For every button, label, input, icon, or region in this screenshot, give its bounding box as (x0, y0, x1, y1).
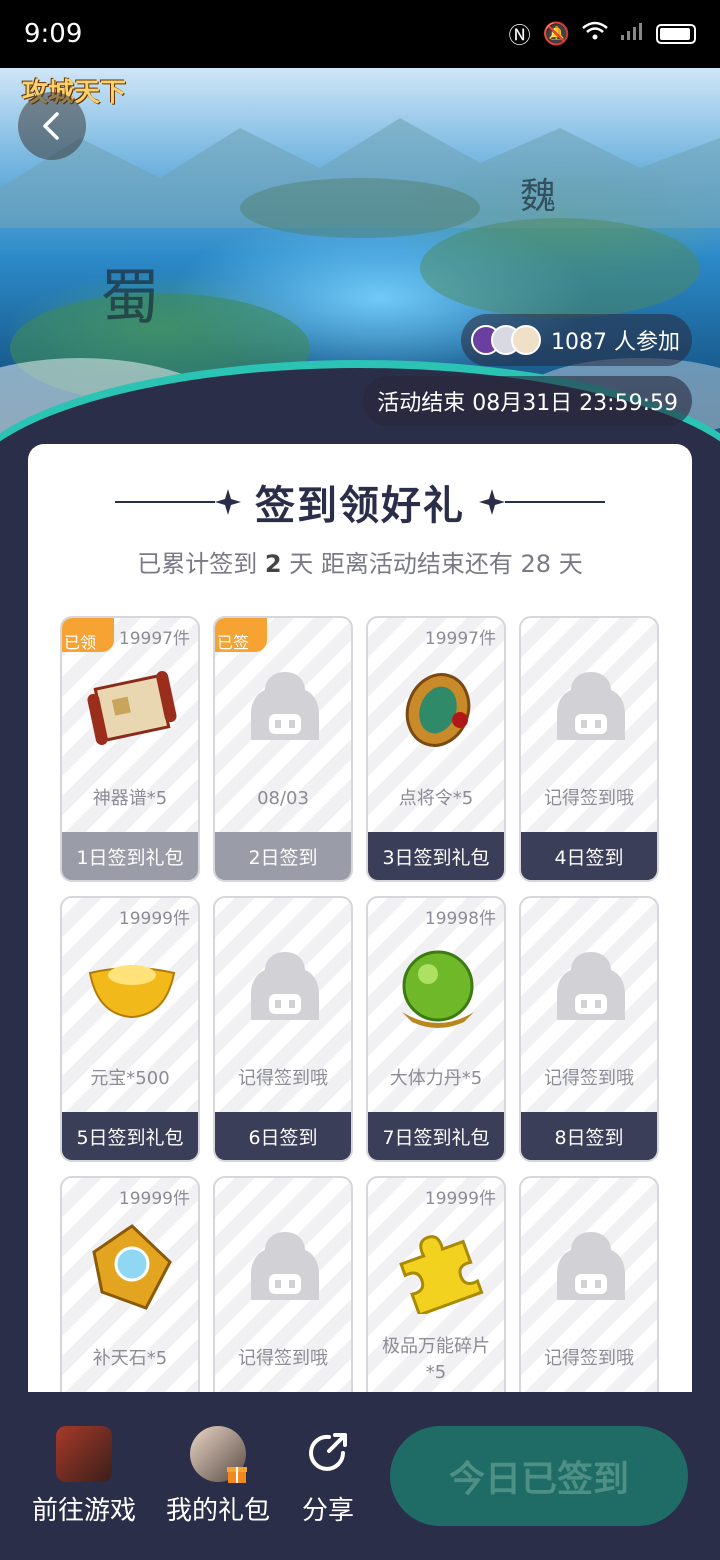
gem-icon (86, 1222, 178, 1314)
share-icon (300, 1426, 356, 1482)
go-to-game-label: 前往游戏 (32, 1496, 137, 1526)
go-to-game-button[interactable]: 前往游戏 (32, 1426, 136, 1527)
day-label: 2日签到 (215, 832, 351, 880)
reward-tile[interactable]: 19998件 大体力丹*5 7日签到礼包 (366, 896, 506, 1162)
my-gifts-button[interactable]: 我的礼包 (166, 1426, 270, 1527)
placeholder-icon (545, 942, 637, 1034)
activity-end-time: 活动结束 08月31日 23:59:59 (363, 376, 692, 426)
reward-name: 元宝*500 (90, 1068, 170, 1089)
status-time: 9:09 (24, 19, 83, 49)
stock-count: 19999件 (118, 909, 190, 929)
reward-tile[interactable]: 已领 19997件 神器谱*5 1日签到礼包 (60, 616, 200, 882)
mute-icon: 🔕 (542, 21, 570, 47)
game-app-icon (56, 1426, 112, 1482)
participant-avatars (471, 325, 542, 355)
card-header: 签到领好礼 (28, 474, 692, 530)
reward-name: 神器谱*5 (92, 788, 168, 809)
signin-card: 签到领好礼 已累计签到 2 天 距离活动结束还有 28 天 已领 19997件 … (28, 444, 692, 1444)
status-bar: 9:09 Ⓝ 🔕 (0, 0, 720, 68)
reward-name: 极品万能碎片*5 (382, 1336, 490, 1383)
reward-tile[interactable]: 记得签到哦 6日签到 (213, 896, 353, 1162)
reward-tile[interactable]: 19999件 元宝*500 5日签到礼包 (60, 896, 200, 1162)
reward-tile[interactable]: 19997件 点将令*5 3日签到礼包 (366, 616, 506, 882)
summary-prefix: 已累计签到 (137, 550, 258, 578)
signed-tag: 已签 (215, 618, 267, 652)
reward-name: 记得签到哦 (544, 1348, 634, 1369)
reward-name: 记得签到哦 (238, 1068, 328, 1089)
summary-mid: 天 距离活动结束还有 (289, 550, 513, 578)
day-label: 6日签到 (215, 1112, 351, 1160)
reward-name: 记得签到哦 (544, 1068, 634, 1089)
stock-count: 19999件 (118, 1189, 190, 1209)
scroll-icon (86, 662, 178, 754)
svg-text:蜀: 蜀 (100, 263, 160, 333)
reward-name: 点将令*5 (398, 788, 474, 809)
reward-name: 记得签到哦 (238, 1348, 328, 1369)
stock-count: 19997件 (424, 629, 496, 649)
stock-count: 19998件 (424, 909, 496, 929)
day-label: 7日签到礼包 (368, 1112, 504, 1160)
back-button[interactable] (18, 92, 86, 160)
share-button[interactable]: 分享 (300, 1426, 356, 1527)
reward-tile[interactable]: 记得签到哦 8日签到 (519, 896, 659, 1162)
stock-count: 19997件 (118, 629, 190, 649)
signed-days: 2 (264, 550, 282, 578)
placeholder-icon (545, 1222, 637, 1314)
day-label: 4日签到 (521, 832, 657, 880)
placeholder-icon (545, 662, 637, 754)
title-decoration-right (479, 489, 605, 515)
participants-count: 1087 人参加 (551, 330, 680, 355)
day-label: 5日签到礼包 (62, 1112, 198, 1160)
card-title: 签到领好礼 (255, 483, 465, 529)
wifi-icon (582, 21, 608, 47)
remaining-days: 28 (520, 550, 552, 578)
reward-name: 记得签到哦 (544, 788, 634, 809)
battery-icon (656, 24, 696, 44)
day-label: 8日签到 (521, 1112, 657, 1160)
reward-tile[interactable]: 记得签到哦 4日签到 (519, 616, 659, 882)
day-label: 3日签到礼包 (368, 832, 504, 880)
avatar (511, 325, 542, 355)
puzzle-icon (392, 1222, 484, 1314)
signin-summary: 已累计签到 2 天 距离活动结束还有 28 天 (28, 544, 692, 579)
placeholder-icon (239, 942, 331, 1034)
nfc-icon: Ⓝ (508, 24, 531, 49)
token-icon (392, 662, 484, 754)
share-label: 分享 (301, 1496, 354, 1526)
signed-today-button[interactable]: 今日已签到 (390, 1426, 688, 1526)
my-gifts-label: 我的礼包 (166, 1496, 271, 1526)
user-avatar-icon (190, 1426, 247, 1483)
summary-suffix: 天 (558, 550, 583, 578)
signal-icon (620, 21, 644, 47)
day-label: 1日签到礼包 (62, 832, 198, 880)
reward-name: 08/03 (257, 788, 309, 809)
reward-grid: 已领 19997件 神器谱*5 1日签到礼包 已签 08/03 2日签到 199… (60, 616, 660, 1442)
orb-icon (392, 942, 484, 1034)
sparkle-icon (479, 489, 505, 515)
stock-count: 19999件 (424, 1189, 496, 1209)
reward-name: 大体力丹*5 (389, 1068, 483, 1089)
placeholder-icon (239, 662, 331, 754)
gold-ingot-icon (86, 942, 178, 1034)
bottom-bar: 前往游戏 我的礼包 分享 今日已签到 (0, 1392, 720, 1560)
chevron-left-icon (43, 112, 59, 140)
status-icons: Ⓝ 🔕 (509, 18, 696, 50)
svg-text:魏: 魏 (520, 176, 556, 217)
claimed-tag: 已领 (62, 618, 114, 652)
placeholder-icon (239, 1222, 331, 1314)
title-decoration-left (115, 489, 241, 515)
sparkle-icon (215, 489, 241, 515)
reward-name: 补天石*5 (92, 1348, 168, 1369)
reward-tile[interactable]: 已签 08/03 2日签到 (213, 616, 353, 882)
participants-badge: 1087 人参加 (461, 314, 692, 366)
gift-icon (227, 1467, 247, 1483)
